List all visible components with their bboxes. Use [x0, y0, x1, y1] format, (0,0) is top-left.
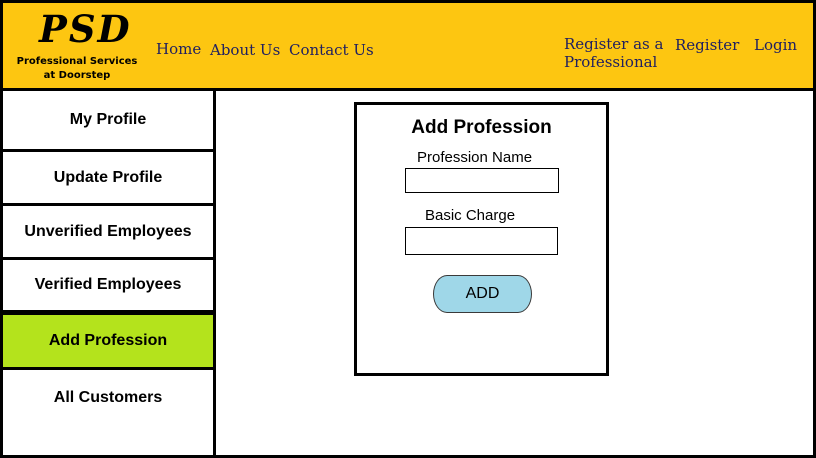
sidebar: My Profile Update Profile Unverified Emp…	[3, 91, 216, 455]
profession-name-input[interactable]	[405, 168, 559, 193]
nav-about-link[interactable]: About Us	[210, 41, 280, 59]
register-professional-line-1: Register as a	[564, 35, 664, 53]
profession-name-label: Profession Name	[417, 149, 533, 166]
basic-charge-input[interactable]	[405, 227, 558, 255]
tagline-line-2: at Doorstep	[43, 70, 111, 81]
nav-contact-link[interactable]: Contact Us	[289, 41, 374, 59]
nav-login-link[interactable]: Login	[754, 36, 797, 54]
sidebar-item-label: Verified Employees	[34, 276, 182, 293]
form-title: Add Profession	[411, 117, 552, 138]
nav-register-professional-link[interactable]: Register as a Professional	[564, 35, 663, 71]
sidebar-item-label: Unverified Employees	[24, 222, 192, 240]
sidebar-item-my-profile[interactable]: My Profile	[3, 91, 213, 152]
register-professional-line-2: Professional	[564, 53, 658, 71]
tagline: Professional Services at Doorstep	[9, 55, 145, 83]
nav-register-link[interactable]: Register	[675, 36, 739, 54]
tagline-line-1: Professional Services	[16, 56, 138, 67]
sidebar-item-add-profession[interactable]: Add Profession	[3, 312, 213, 370]
sidebar-item-update-profile[interactable]: Update Profile	[3, 152, 213, 206]
add-button[interactable]: ADD	[433, 275, 532, 313]
add-profession-form: Add Profession Profession Name Basic Cha…	[354, 102, 609, 376]
sidebar-item-label: Update Profile	[53, 168, 163, 186]
sidebar-item-label: My Profile	[69, 111, 147, 128]
sidebar-item-all-customers[interactable]: All Customers	[3, 370, 213, 426]
nav-home-link[interactable]: Home	[156, 40, 201, 58]
logo[interactable]: PSD	[39, 11, 132, 48]
header: PSD Professional Services at Doorstep Ho…	[3, 3, 813, 91]
sidebar-item-unverified-employees[interactable]: Unverified Employees	[3, 206, 213, 260]
sidebar-item-verified-employees[interactable]: Verified Employees	[3, 260, 213, 313]
sidebar-item-label: Add Profession	[48, 332, 168, 349]
basic-charge-label: Basic Charge	[425, 207, 516, 224]
sidebar-item-label: All Customers	[53, 389, 163, 406]
